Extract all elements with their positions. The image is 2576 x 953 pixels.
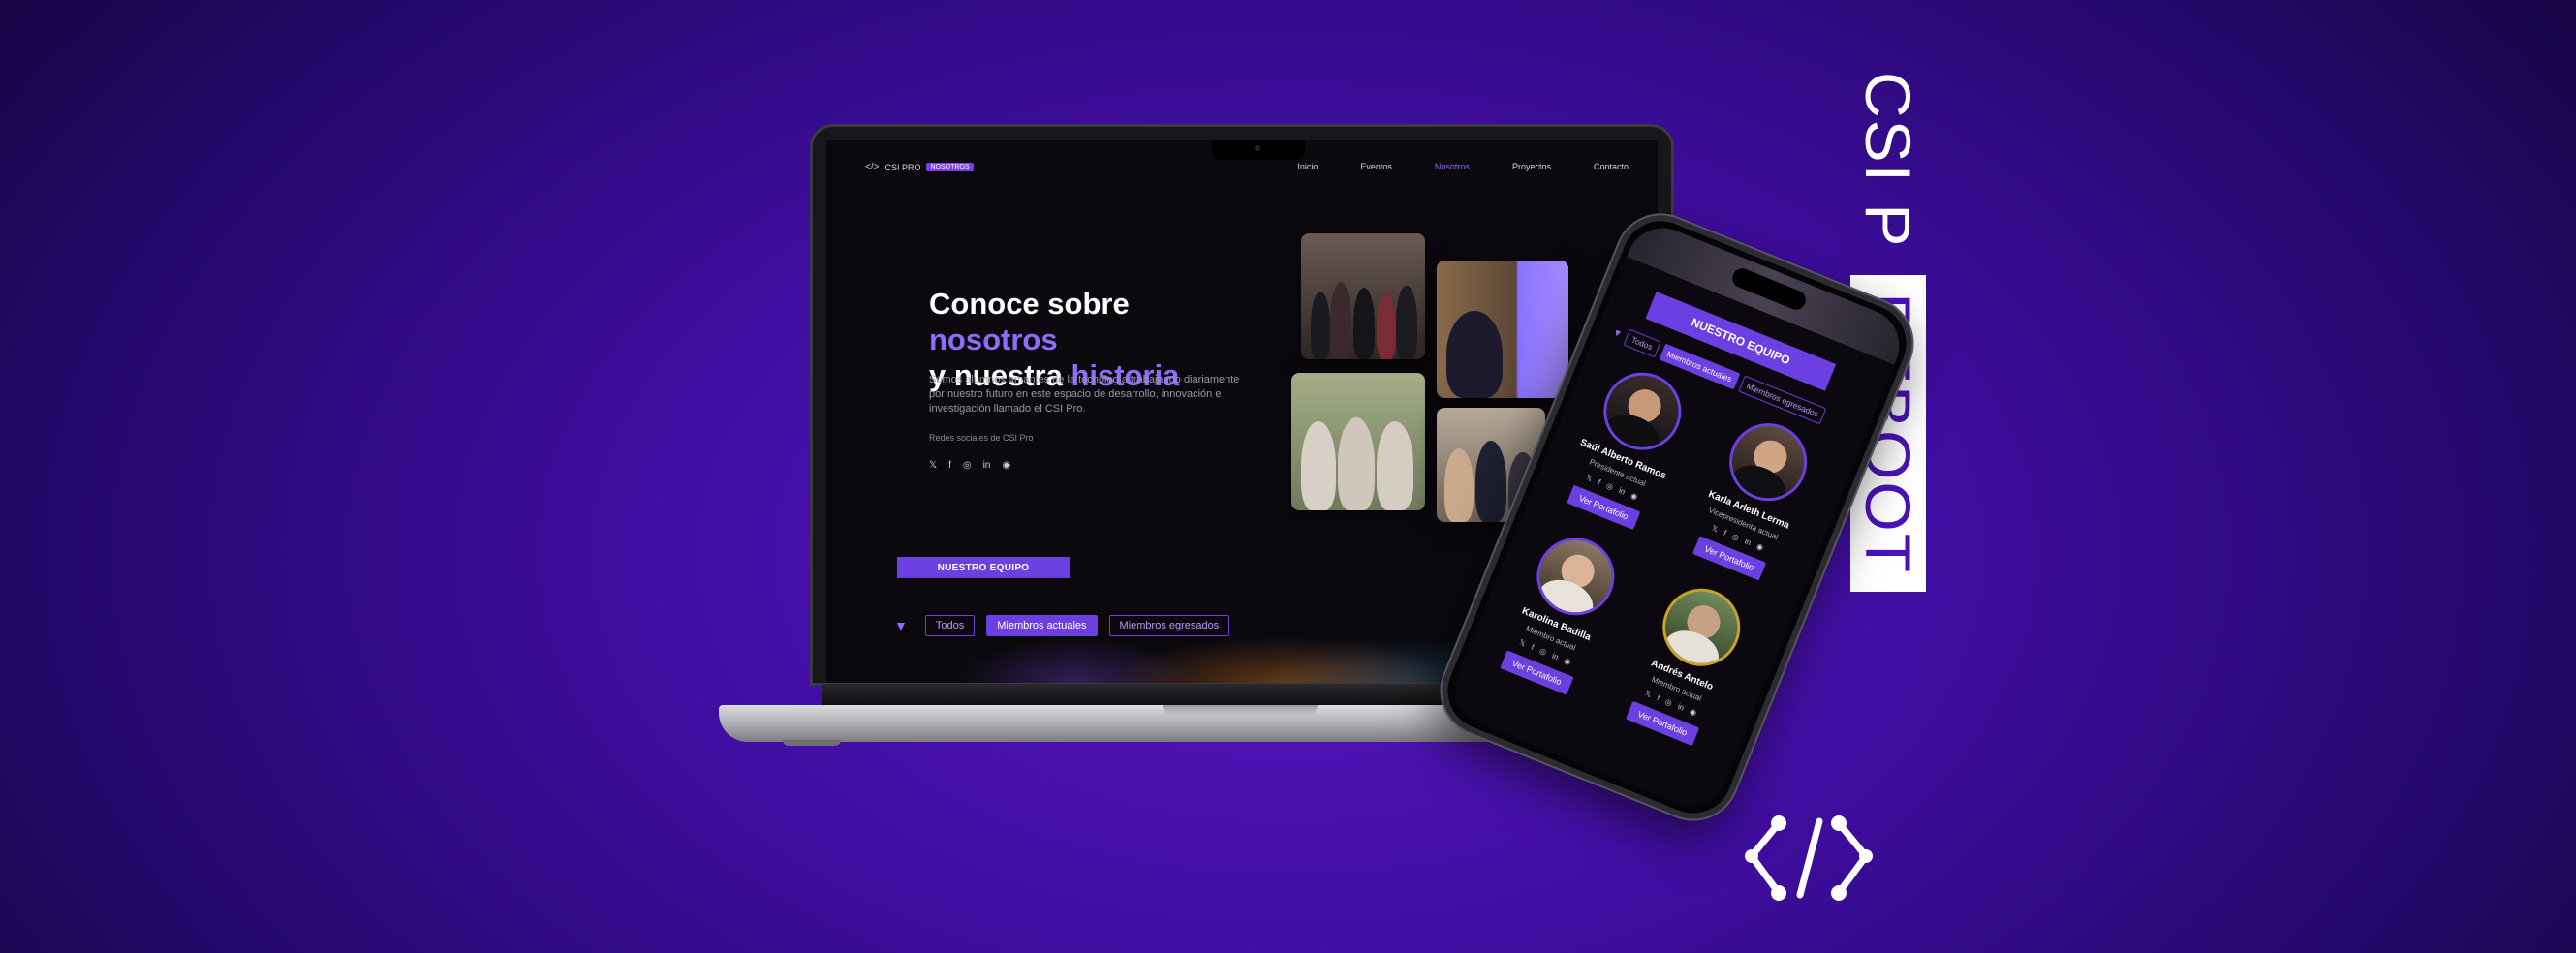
filter-all[interactable]: Todos: [924, 615, 976, 636]
filter-icon: ▼: [894, 618, 908, 633]
hero-description: Somos alumnos amantes de la tecnología t…: [929, 374, 1240, 415]
brand-title-part1: CSI P: [1852, 72, 1924, 249]
group-photo: [1301, 233, 1425, 359]
facebook-icon[interactable]: f: [948, 460, 951, 471]
section-badge: NOSOTROS: [926, 163, 974, 171]
site-brand[interactable]: </> CSI PRO NOSOTROS: [865, 162, 974, 172]
nav-links: Inicio Eventos Nosotros Proyectos Contac…: [1297, 162, 1629, 171]
instagram-icon[interactable]: ◎: [1664, 697, 1674, 708]
instagram-icon[interactable]: ◎: [1605, 481, 1615, 492]
our-team-button[interactable]: NUESTRO EQUIPO: [897, 557, 1070, 578]
facebook-icon[interactable]: f: [1723, 529, 1727, 538]
linkedin-icon[interactable]: in: [1677, 702, 1686, 713]
hero-title-highlight: nosotros: [929, 323, 1058, 356]
linkedin-icon[interactable]: in: [1743, 537, 1752, 547]
x-icon[interactable]: 𝕏: [1710, 524, 1719, 535]
instagram-icon[interactable]: ◎: [1730, 532, 1740, 542]
github-icon[interactable]: ◉: [1629, 491, 1639, 502]
linkedin-icon[interactable]: in: [1551, 652, 1560, 662]
nav-link-nosotros[interactable]: Nosotros: [1435, 162, 1470, 171]
csi-logo-icon: [1745, 815, 1873, 901]
nav-link-eventos[interactable]: Eventos: [1360, 162, 1392, 171]
facebook-icon[interactable]: f: [1597, 477, 1601, 486]
team-photo: [1291, 373, 1425, 510]
laptop-foot: [783, 740, 841, 746]
filter-icon: ▼: [1610, 326, 1625, 341]
phone-filter-all[interactable]: Todos: [1623, 328, 1661, 358]
social-label: Redes sociales de CSI Pro: [929, 433, 1034, 443]
github-icon[interactable]: ◉: [1563, 656, 1572, 666]
x-icon[interactable]: 𝕏: [1585, 473, 1594, 483]
nav-link-contacto[interactable]: Contacto: [1594, 162, 1629, 171]
member-photo: [1437, 261, 1568, 398]
x-icon[interactable]: 𝕏: [929, 460, 937, 471]
laptop-notch: [1212, 140, 1305, 160]
social-links: 𝕏 f ◎ in ◉: [929, 460, 1010, 471]
x-icon[interactable]: 𝕏: [1518, 638, 1527, 649]
instagram-icon[interactable]: ◎: [1538, 646, 1548, 657]
filter-current-members[interactable]: Miembros actuales: [986, 615, 1098, 636]
github-icon[interactable]: ◉: [1755, 541, 1765, 552]
facebook-icon[interactable]: f: [1530, 643, 1535, 652]
member-filters: ▼ Todos Miembros actuales Miembros egres…: [894, 615, 1230, 636]
site-navbar: </> CSI PRO NOSOTROS Inicio Eventos Noso…: [865, 162, 1629, 181]
nav-link-inicio[interactable]: Inicio: [1297, 162, 1318, 171]
code-icon: </>: [865, 162, 880, 172]
hero-title-text: Conoce sobre: [929, 287, 1130, 321]
linkedin-icon[interactable]: in: [1618, 486, 1627, 497]
instagram-icon[interactable]: ◎: [963, 460, 972, 471]
linkedin-icon[interactable]: in: [983, 460, 991, 471]
github-icon[interactable]: ◉: [1002, 460, 1010, 471]
nav-link-proyectos[interactable]: Proyectos: [1512, 162, 1551, 171]
github-icon[interactable]: ◉: [1689, 707, 1698, 718]
brand-name: CSI PRO: [885, 162, 921, 172]
filter-former-members[interactable]: Miembros egresados: [1108, 615, 1230, 636]
x-icon[interactable]: 𝕏: [1644, 689, 1653, 699]
laptop-groove: [1163, 705, 1318, 715]
facebook-icon[interactable]: f: [1656, 693, 1660, 702]
